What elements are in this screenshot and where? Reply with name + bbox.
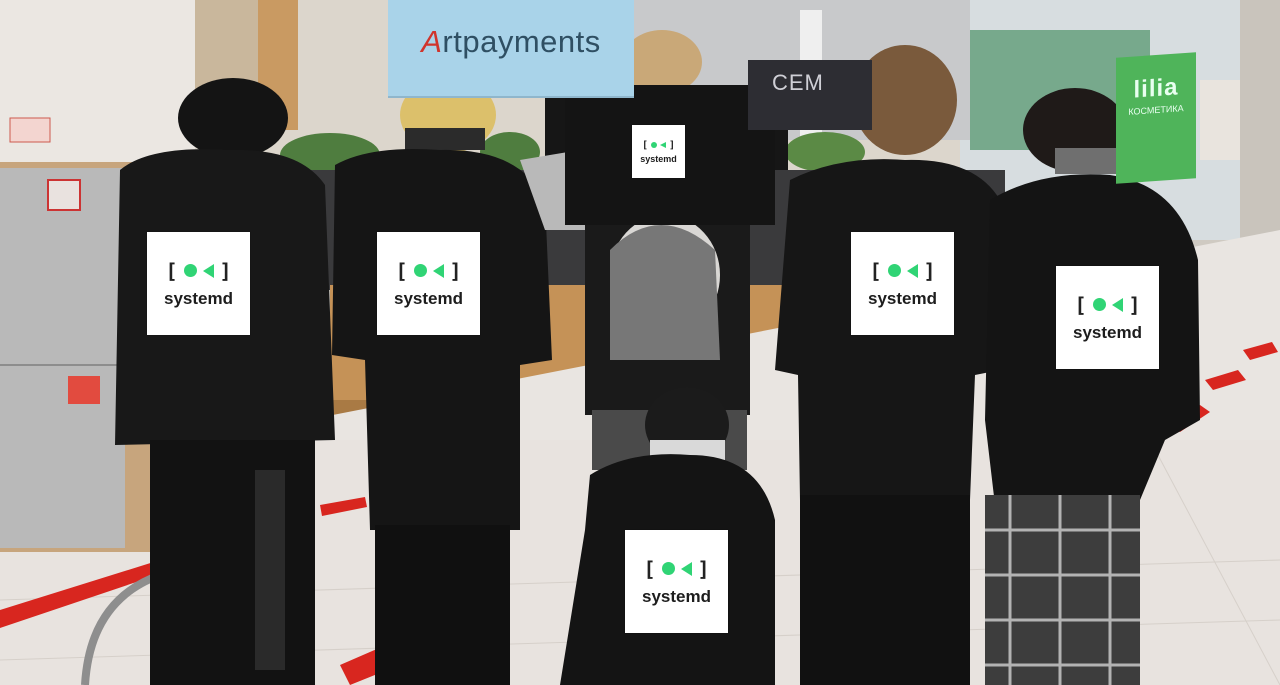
green-triangle-icon [202,263,214,278]
artpayments-brand-text: rtpayments [442,24,601,59]
fridge-warning-sign [47,179,81,211]
green-dot-icon [887,264,901,277]
bracket-open: [ [643,556,656,581]
systemd-logo: [ ] [642,140,675,151]
systemd-sticker-kneeling-person: [ ] systemd [625,530,728,633]
green-triangle-icon [680,561,692,576]
bracket-close: ] [697,556,710,581]
systemd-wordmark: systemd [1073,322,1142,342]
lilia-sign: lilia КОСМЕТИКА [1116,52,1196,184]
bracket-close: ] [449,258,462,283]
bracket-close: ] [219,258,232,283]
poster-board [1200,80,1245,160]
artpayments-sign: Artpayments [388,0,634,98]
systemd-wordmark: systemd [642,586,711,606]
systemd-wordmark: systemd [164,288,233,308]
white-pillar [0,0,195,175]
green-dot-icon [183,264,197,277]
bracket-open: [ [869,258,882,283]
bracket-close: ] [1128,292,1141,317]
systemd-logo: [ ] [643,557,709,581]
bracket-open: [ [1074,292,1087,317]
systemd-wordmark: systemd [640,153,677,164]
systemd-logo: [ ] [395,259,461,283]
lilia-sign-subtitle: КОСМЕТИКА [1128,103,1184,117]
photo-scene: Artpayments СЕМ lilia КОСМЕТИКА [ ] syst… [0,0,1280,685]
systemd-wordmark: systemd [394,288,463,308]
systemd-logo: [ ] [1074,293,1140,317]
systemd-logo: [ ] [869,259,935,283]
fridge-door [0,168,125,548]
systemd-sticker-held-shirt: [ ] systemd [632,125,685,178]
artpayments-accent-letter: A [421,24,443,59]
green-dot-icon [661,562,675,575]
artpayments-logo: Artpayments [421,24,601,60]
systemd-sticker-person-2: [ ] systemd [377,232,480,335]
dark-store-sign: СЕМ [748,60,872,130]
bracket-open: [ [165,258,178,283]
systemd-logo: [ ] [165,259,231,283]
bracket-close: ] [923,258,936,283]
green-triangle-icon [660,142,666,148]
green-triangle-icon [1111,297,1123,312]
bracket-open: [ [641,139,648,151]
green-dot-icon [1092,298,1106,311]
green-dot-icon [413,264,427,277]
systemd-sticker-person-4: [ ] systemd [851,232,954,335]
wall-fire-sign [9,117,51,143]
green-triangle-icon [432,263,444,278]
systemd-sticker-person-5: [ ] systemd [1056,266,1159,369]
right-pillar [1240,0,1280,240]
systemd-sticker-person-1: [ ] systemd [147,232,250,335]
green-dot-icon [651,142,657,148]
green-triangle-icon [906,263,918,278]
bracket-close: ] [669,139,676,151]
lilia-sign-name: lilia [1133,73,1179,104]
fire-extinguisher-sign [68,376,100,404]
bracket-open: [ [395,258,408,283]
systemd-wordmark: systemd [868,288,937,308]
